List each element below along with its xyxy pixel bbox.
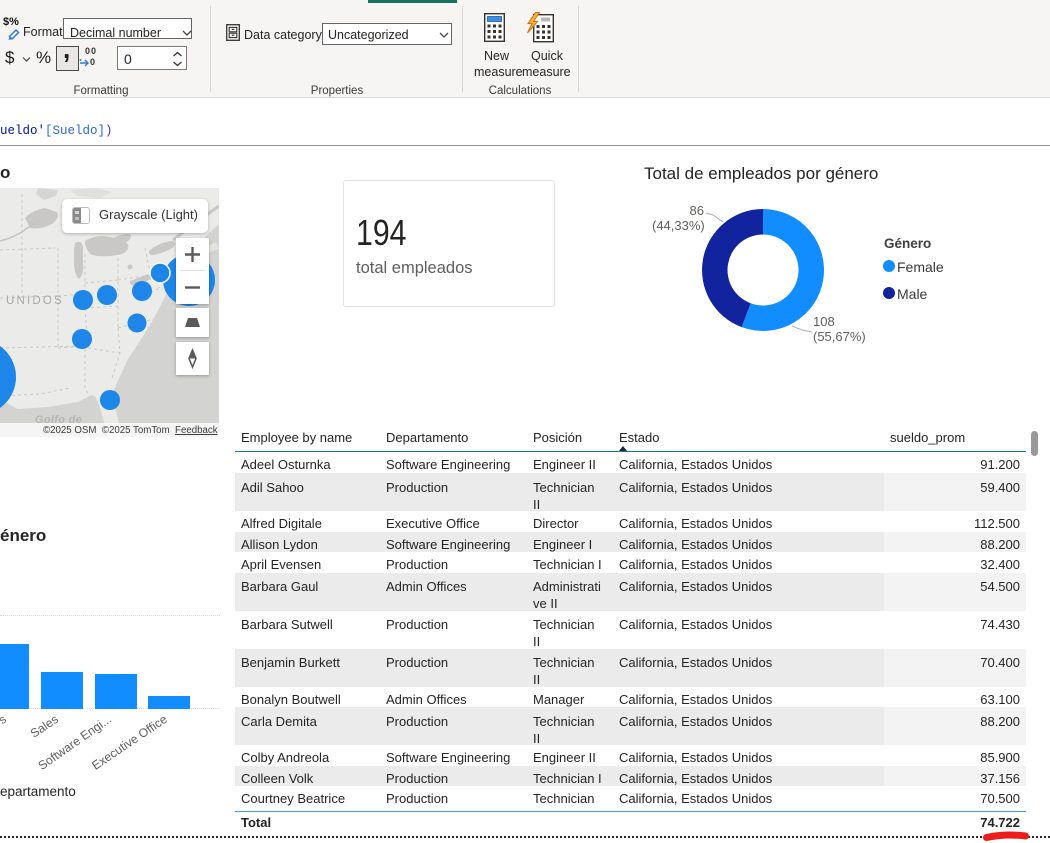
- svg-text:©2025 OSM ©2025 TomTom Feedb: ©2025 OSM ©2025 TomTom Feedback: [43, 425, 218, 436]
- svg-text:UNIDOS: UNIDOS: [6, 295, 64, 307]
